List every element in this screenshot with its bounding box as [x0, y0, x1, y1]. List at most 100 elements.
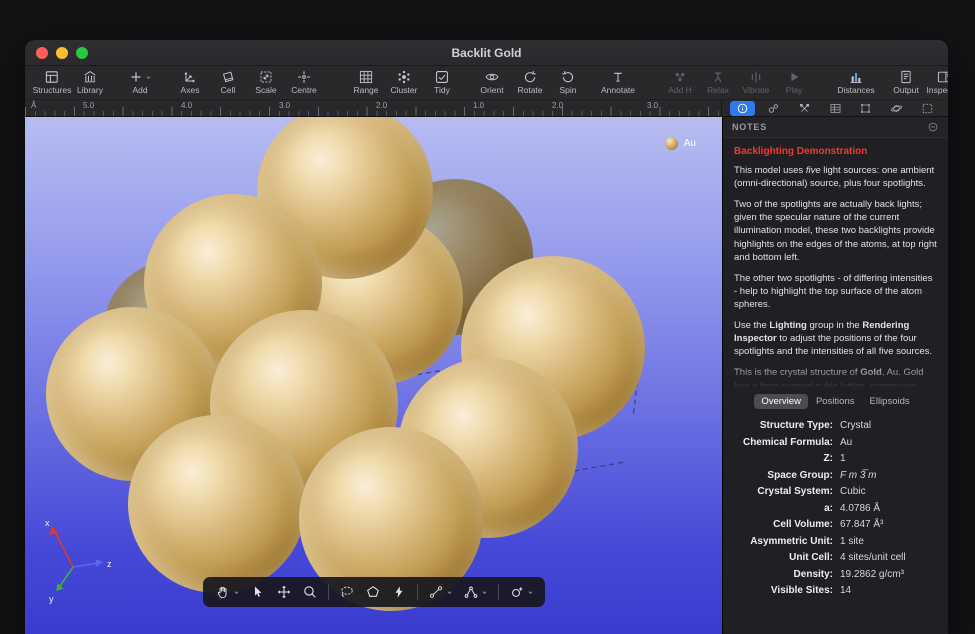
toolbar-play-button[interactable]: Play [775, 68, 813, 95]
inspector-tab-info[interactable] [730, 101, 755, 116]
property-label: Crystal System: [727, 487, 833, 498]
inspector-tab-render[interactable] [884, 101, 909, 116]
property-label: Chemical Formula: [727, 438, 833, 449]
note-paragraph: The other two spotlights - of differing … [734, 272, 937, 311]
model-viewport[interactable]: Au x z y [25, 117, 722, 634]
lattice-icon [859, 102, 872, 115]
toolbar-cluster-button[interactable]: Cluster [385, 68, 423, 95]
ruler-label: 2.0 [552, 101, 563, 110]
auto-bond-tool[interactable] [391, 584, 407, 600]
collapse-notes-button[interactable] [927, 121, 939, 133]
toolbar-structures-button[interactable]: Structures [33, 68, 71, 95]
note-paragraph: This is the crystal structure of Gold, A… [734, 366, 937, 388]
property-value: Au [840, 438, 938, 449]
toolbar-cell-button[interactable]: Cell [209, 68, 247, 95]
tb-label: Cluster [391, 85, 418, 95]
property-label: Visible Sites: [727, 586, 833, 597]
zoom-tool[interactable] [302, 584, 318, 600]
axes-icon [182, 69, 198, 85]
distances-chart-icon [848, 69, 864, 85]
select-arrow-tool[interactable] [250, 584, 266, 600]
tb-label: Annotate [601, 85, 635, 95]
property-value: 67.847 Å³ [840, 520, 938, 531]
property-label: Structure Type: [727, 421, 833, 432]
toolbar-output-button[interactable]: Output [887, 68, 925, 95]
angle-icon [463, 584, 479, 600]
inspector-tab-lattice[interactable] [853, 101, 878, 116]
add-atom-tool[interactable] [509, 584, 534, 600]
cursor-icon [250, 584, 266, 600]
tb-label: Range [353, 85, 378, 95]
chevron-down-icon [145, 74, 152, 81]
property-label: Asymmetric Unit: [727, 537, 833, 548]
lasso-select-tool[interactable] [339, 584, 355, 600]
ruler-label: 1.0 [473, 101, 484, 110]
toolbar-add-button[interactable]: Add [121, 68, 159, 95]
toolbar-add-h-button[interactable]: Add H [661, 68, 699, 95]
toolbar-spin-button[interactable]: Spin [549, 68, 587, 95]
tb-label: Orient [480, 85, 503, 95]
toolbar-scale-button[interactable]: Scale [247, 68, 285, 95]
orient-eye-icon [484, 69, 500, 85]
property-value: F m 3̅ m [840, 471, 938, 482]
property-value: 4 sites/unit cell [840, 553, 938, 564]
tb-label: Axes [181, 85, 200, 95]
ruler-unit: Å [31, 101, 36, 110]
tb-label: Cell [221, 85, 236, 95]
toolbar-vibrate-button[interactable]: Vibrate [737, 68, 775, 95]
toolbar-distances-button[interactable]: Distances [837, 68, 875, 95]
property-value: Crystal [840, 421, 938, 432]
toolbar-annotate-button[interactable]: Annotate [599, 68, 637, 95]
property-value: 14 [840, 586, 938, 597]
cell-icon [220, 69, 236, 85]
tb-label: Add H [668, 85, 692, 95]
molecule-icon [767, 102, 780, 115]
atom-plus-icon [509, 584, 525, 600]
measure-distance-tool[interactable] [428, 584, 453, 600]
structure-properties: Structure Type: Crystal Chemical Formula:… [723, 414, 948, 597]
orientation-axes: x z y [33, 515, 125, 610]
tab-ellipsoids[interactable]: Ellipsoids [863, 394, 917, 409]
pan-hand-tool[interactable] [215, 584, 240, 600]
inspector-tab-table[interactable] [823, 101, 848, 116]
inspector-tab-build[interactable] [792, 101, 817, 116]
toolbar-relax-button[interactable]: Relax [699, 68, 737, 95]
text-annotate-icon [610, 69, 626, 85]
notes-body[interactable]: Backlighting Demonstration This model us… [723, 138, 948, 388]
tb-label: Play [786, 85, 803, 95]
polygon-select-tool[interactable] [365, 584, 381, 600]
tb-label: Rotate [517, 85, 542, 95]
toolbar-centre-button[interactable]: Centre [285, 68, 323, 95]
minus-circle-icon [927, 121, 939, 133]
tab-overview[interactable]: Overview [754, 394, 808, 409]
toolbar-axes-button[interactable]: Axes [171, 68, 209, 95]
property-value: 1 site [840, 537, 938, 548]
tb-label: Scale [255, 85, 276, 95]
gold-legend-swatch [665, 137, 678, 150]
inspector-tab-molecule[interactable] [761, 101, 786, 116]
toolbar-library-button[interactable]: Library [71, 68, 109, 95]
info-inspector-panel: NOTES Backlighting Demonstration This mo… [722, 117, 948, 634]
rotate-cw-icon [522, 69, 538, 85]
toolbar-rotate-button[interactable]: Rotate [511, 68, 549, 95]
toolbar-tidy-button[interactable]: Tidy [423, 68, 461, 95]
note-paragraph: Two of the spotlights are actually back … [734, 198, 937, 264]
note-paragraph: This model uses five light sources: one … [734, 164, 937, 190]
polygon-icon [365, 584, 381, 600]
chevron-down-icon [527, 589, 534, 596]
library-icon [82, 69, 98, 85]
tb-label: Add [132, 85, 147, 95]
divider [328, 584, 329, 600]
translate-tool[interactable] [276, 584, 292, 600]
ruler-label: 3.0 [647, 101, 658, 110]
measure-angle-tool[interactable] [463, 584, 488, 600]
toolbar-inspector-button[interactable]: Inspector [925, 68, 948, 95]
gold-atom[interactable] [128, 415, 306, 593]
inspector-tab-selection[interactable] [915, 101, 940, 116]
tab-positions[interactable]: Positions [809, 394, 862, 409]
toolbar-range-button[interactable]: Range [347, 68, 385, 95]
move-arrows-icon [276, 584, 292, 600]
toolbar-orient-button[interactable]: Orient [473, 68, 511, 95]
tb-label: Inspector [927, 85, 948, 95]
tb-label: Structures [33, 85, 72, 95]
